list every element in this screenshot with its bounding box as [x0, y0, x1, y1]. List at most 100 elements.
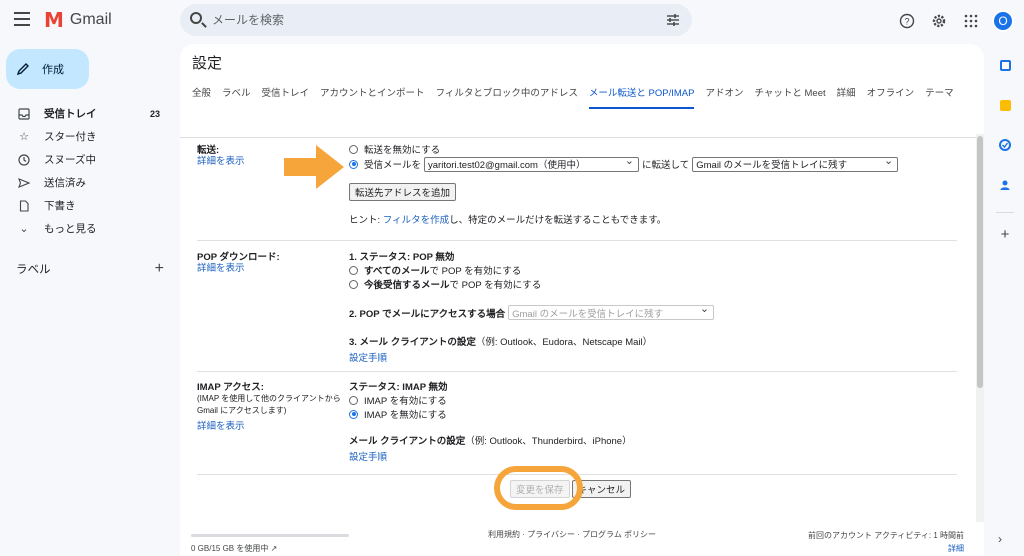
external-link-icon[interactable]: ↗ — [271, 544, 278, 553]
forwarding-enable-radio[interactable] — [349, 159, 358, 169]
imap-enable-label: IMAP を有効にする — [364, 396, 447, 407]
imap-disable-radio[interactable] — [349, 409, 358, 419]
sidebar-item-drafts[interactable]: 下書き — [0, 194, 176, 217]
tab-accounts-import[interactable]: アカウントとインポート — [320, 79, 425, 109]
pop-when-access-select[interactable]: Gmail のメールを受信トレイに残す — [508, 302, 715, 320]
pencil-icon — [16, 63, 29, 76]
scrollbar-thumb[interactable] — [977, 136, 983, 388]
calendar-app-icon[interactable] — [992, 52, 1018, 78]
tab-inbox[interactable]: 受信トレイ — [262, 79, 310, 109]
tab-forwarding-pop-imap[interactable]: メール転送と POP/IMAP — [588, 79, 695, 109]
storage-bar — [191, 534, 349, 537]
pop-section: POP ダウンロード: 詳細を表示 1. ステータス: POP 無効 すべてのメ… — [197, 249, 957, 369]
top-right-icons: ? O — [896, 10, 1014, 32]
tab-labels[interactable]: ラベル — [222, 79, 251, 109]
sidebar-item-snoozed[interactable]: スヌーズ中 — [0, 148, 176, 171]
sidebar-item-sent[interactable]: 送信済み — [0, 171, 176, 194]
add-label-icon[interactable]: + — [155, 260, 164, 278]
imap-section: IMAP アクセス: (IMAP を使用して他のクライアントから Gmail に… — [197, 379, 957, 479]
forwarding-enable-option[interactable]: 受信メールを yaritori.test02@gmail.com（使用中） に転… — [349, 154, 899, 172]
pop-setup-link[interactable]: 設定手順 — [349, 350, 714, 364]
forwarding-disable-radio[interactable] — [349, 144, 358, 154]
contacts-app-icon[interactable] — [992, 172, 1018, 198]
account-avatar[interactable]: O — [992, 10, 1014, 32]
pop-client-row: 3. メール クライアントの設定（例: Outlook、Eudora、Netsc… — [349, 334, 714, 348]
pop-new-option[interactable]: 今後受信するメールで POP を有効にする — [349, 277, 714, 291]
search-icon[interactable] — [190, 12, 202, 24]
imap-client-rest: （例: Outlook、Thunderbird、iPhone） — [465, 436, 632, 447]
imap-disable-label: IMAP を無効にする — [364, 410, 447, 421]
last-activity: 前回のアカウント アクティビティ: 1 時間前 — [808, 531, 964, 540]
pop-new-radio[interactable] — [349, 279, 358, 289]
sidebar-item-label: 下書き — [44, 200, 76, 212]
section-divider — [197, 240, 957, 241]
imap-enable-radio[interactable] — [349, 395, 358, 405]
forward-address-select[interactable]: yaritori.test02@gmail.com（使用中） — [424, 154, 640, 172]
imap-client-bold: メール クライアントの設定 — [349, 436, 466, 447]
add-forwarding-address-button[interactable]: 転送先アドレスを追加 — [349, 183, 457, 201]
tab-chat-meet[interactable]: チャットと Meet — [754, 79, 825, 109]
pop-details-link[interactable]: 詳細を表示 — [197, 263, 347, 275]
forward-action-select[interactable]: Gmail のメールを受信トレイに残す — [692, 154, 899, 172]
sidebar-item-inbox[interactable]: 受信トレイ 23 — [0, 102, 176, 125]
tasks-app-icon[interactable] — [992, 132, 1018, 158]
search-input[interactable] — [212, 10, 632, 30]
create-filter-link[interactable]: フィルタを作成 — [383, 215, 449, 226]
activity-details-link[interactable]: 詳細 — [808, 542, 964, 555]
sidebar-item-more[interactable]: ⌄ もっと見る — [0, 217, 176, 240]
forward-mid: に転送して — [642, 160, 690, 171]
settings-gear-icon[interactable] — [928, 10, 950, 32]
sidebar-item-starred[interactable]: ☆ スター付き — [0, 125, 176, 148]
page-title: 設定 — [192, 55, 223, 72]
storage-usage: 0 GB/15 GB を使用中 — [191, 544, 269, 553]
tabs-divider — [180, 137, 984, 138]
compose-button[interactable]: 作成 — [6, 49, 89, 89]
imap-enable-option[interactable]: IMAP を有効にする — [349, 393, 632, 407]
forwarding-hint: ヒント: フィルタを作成し、特定のメールだけを転送することもできます。 — [349, 212, 898, 226]
pop-status: 1. ステータス: POP 無効 — [349, 252, 455, 263]
tab-addons[interactable]: アドオン — [705, 79, 743, 109]
tab-offline[interactable]: オフライン — [867, 79, 915, 109]
pop-when-access-label: 2. POP でメールにアクセスする場合 — [349, 308, 506, 320]
sidebar-item-label: スター付き — [44, 131, 97, 143]
sidebar: 作成 受信トレイ 23 ☆ スター付き スヌーズ中 送信済み 下書き ⌄ もっと… — [0, 42, 176, 556]
tab-advanced[interactable]: 詳細 — [837, 79, 856, 109]
gmail-logo[interactable]: M Gmail — [44, 10, 112, 30]
forwarding-title: 転送: — [197, 145, 220, 156]
sidebar-item-label: 受信トレイ — [44, 108, 97, 120]
pop-new-bold: 今後受信するメール — [364, 280, 450, 291]
imap-disable-option[interactable]: IMAP を無効にする — [349, 407, 632, 421]
main-menu-icon[interactable] — [14, 12, 30, 26]
tab-filters-blocked[interactable]: フィルタとブロック中のアドレス — [436, 79, 578, 109]
labels-heading: ラベル — [16, 264, 51, 276]
pop-all-radio[interactable] — [349, 265, 358, 275]
imap-details-link[interactable]: 詳細を表示 — [197, 421, 347, 433]
forwarding-disable-option[interactable]: 転送を無効にする — [349, 142, 898, 156]
search-options-icon[interactable] — [666, 13, 680, 27]
imap-title: IMAP アクセス: — [197, 382, 264, 393]
tab-general[interactable]: 全般 — [192, 79, 211, 109]
pop-client-bold: 3. メール クライアントの設定 — [349, 337, 476, 348]
imap-setup-link[interactable]: 設定手順 — [349, 449, 632, 463]
clock-icon — [18, 153, 30, 166]
expand-panel-chevron-icon[interactable]: › — [998, 532, 1002, 546]
pop-title: POP ダウンロード: — [197, 252, 280, 263]
inbox-icon — [18, 107, 30, 120]
hint-prefix: ヒント: — [349, 215, 383, 226]
get-addons-icon[interactable]: + — [992, 221, 1018, 247]
save-button-highlight — [494, 466, 583, 510]
apps-grid-icon[interactable] — [960, 10, 982, 32]
help-icon[interactable]: ? — [896, 10, 918, 32]
inbox-count: 23 — [149, 108, 160, 119]
chevron-down-icon: ⌄ — [19, 223, 29, 235]
pop-all-option[interactable]: すべてのメールで POP を有効にする — [349, 263, 714, 277]
imap-subtitle: (IMAP を使用して他のクライアントから Gmail にアクセスします) — [197, 394, 341, 415]
keep-app-icon[interactable] — [992, 92, 1018, 118]
imap-status: ステータス: IMAP 無効 — [349, 382, 448, 393]
hint-suffix: し、特定のメールだけを転送することもできます。 — [449, 215, 667, 226]
footer-activity: 前回のアカウント アクティビティ: 1 時間前 詳細 — [808, 529, 964, 555]
footer-policies[interactable]: 利用規約 · プライバシー · プログラム ポリシー — [488, 529, 656, 540]
compose-label: 作成 — [42, 64, 64, 76]
pop-all-bold: すべてのメール — [364, 266, 430, 277]
tab-themes[interactable]: テーマ — [925, 79, 954, 109]
